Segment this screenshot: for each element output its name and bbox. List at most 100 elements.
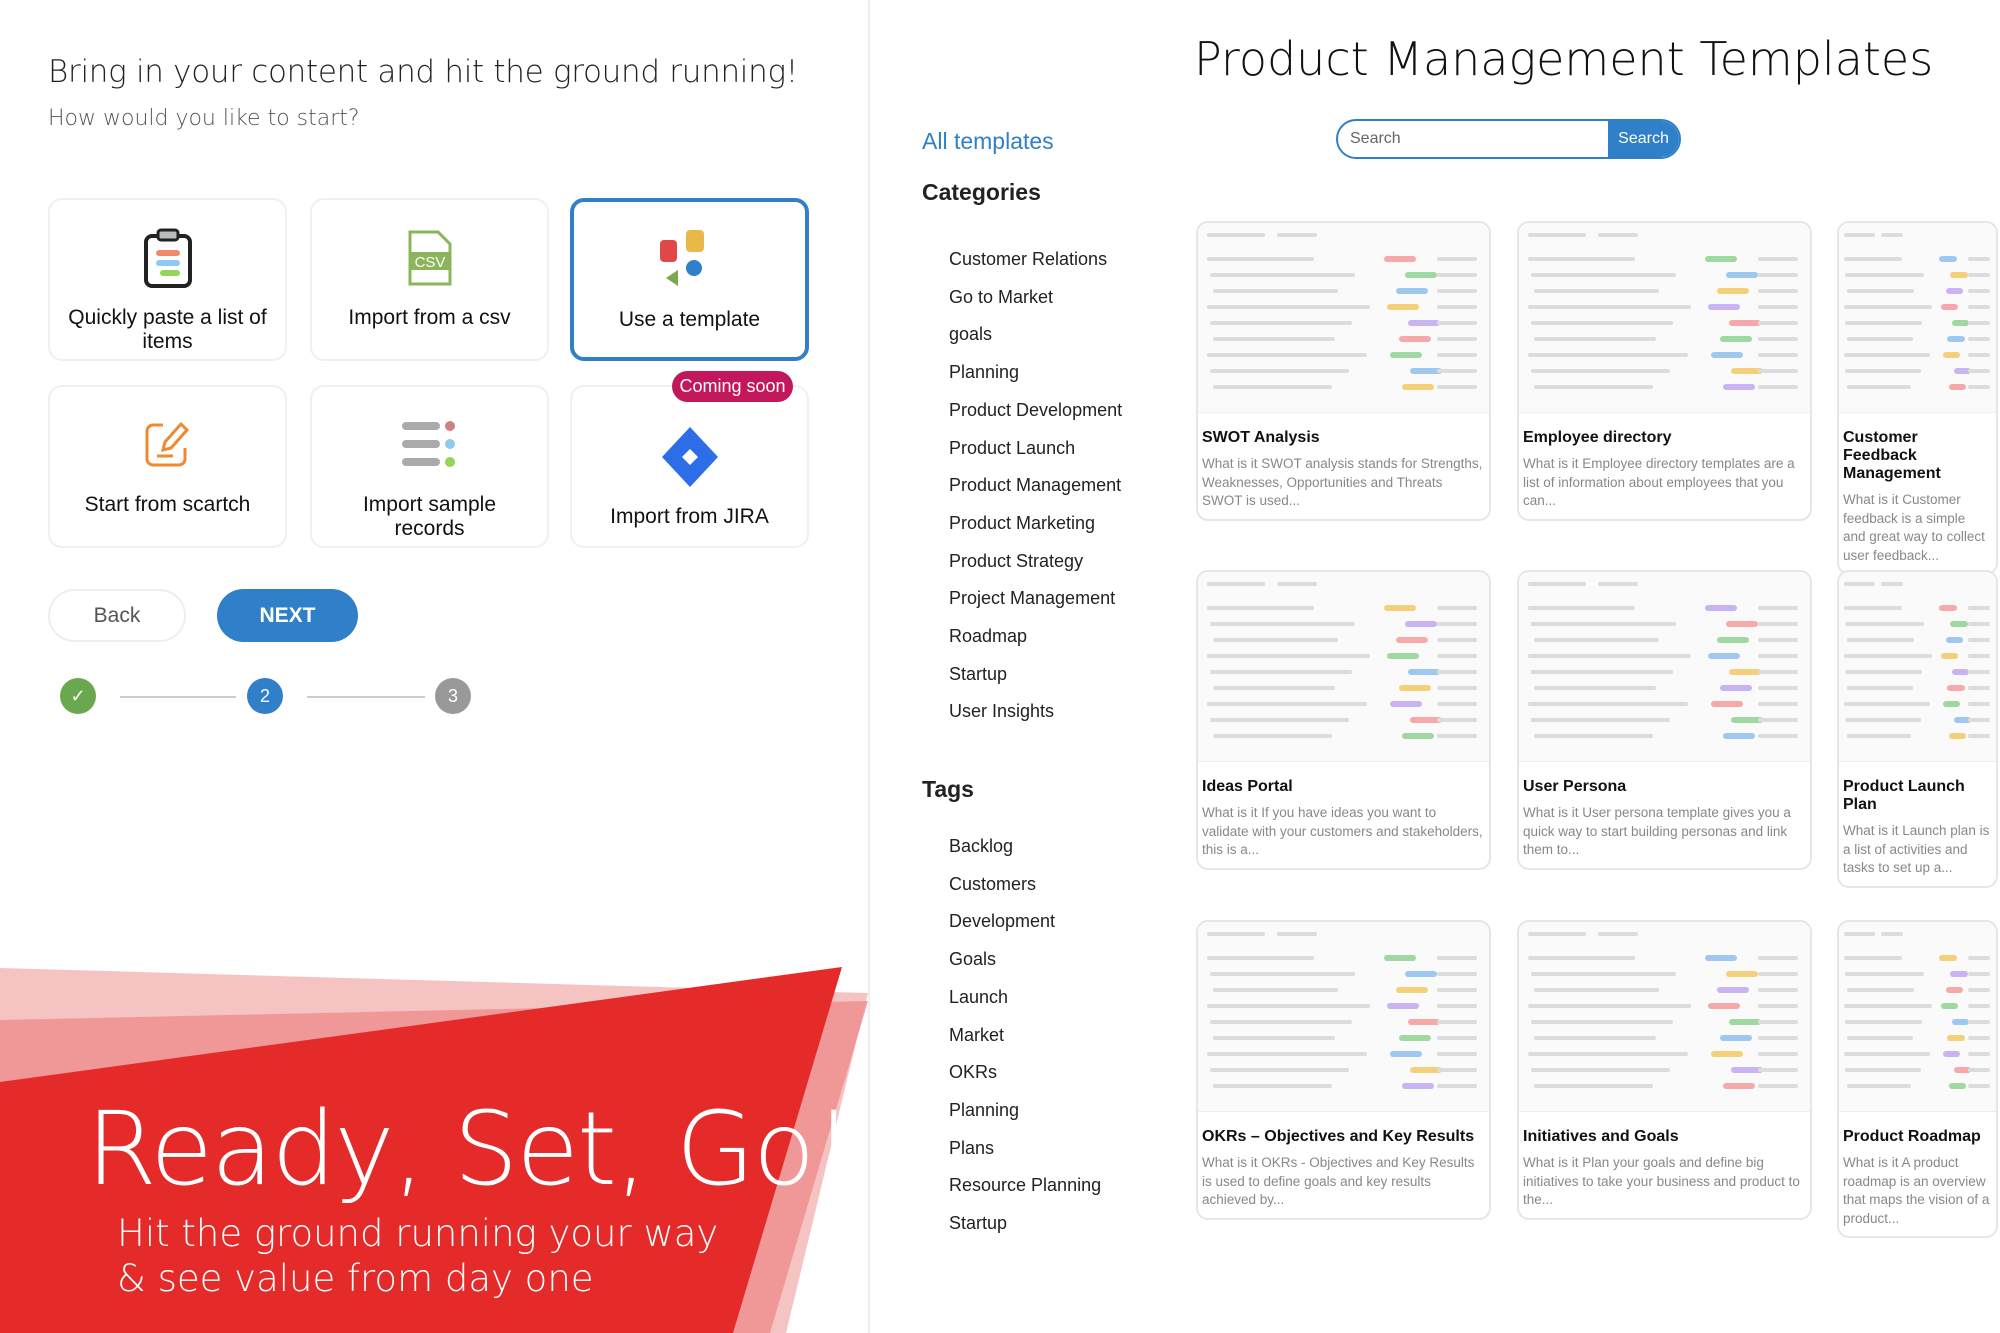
tags-heading: Tags	[922, 776, 974, 802]
svg-text:CSV: CSV	[414, 254, 445, 271]
jira-icon	[660, 421, 720, 493]
template-preview	[1198, 572, 1489, 762]
divider	[868, 0, 870, 1333]
template-description: What is it User persona template gives y…	[1523, 805, 1791, 857]
tag-item[interactable]: Plans	[949, 1138, 994, 1159]
heading: Bring in your content and hit the ground…	[48, 54, 798, 90]
all-templates-link[interactable]: All templates	[922, 128, 1054, 155]
category-item[interactable]: Startup	[949, 664, 1007, 685]
option-label: Quickly paste a list of items	[68, 306, 267, 353]
option-label: Import from JIRA	[610, 505, 769, 528]
tag-item[interactable]: Startup	[949, 1213, 1007, 1234]
template-description: What is it SWOT analysis stands for Stre…	[1202, 456, 1483, 508]
edit-pencil-icon	[143, 409, 193, 481]
template-description: What is it Launch plan is a list of acti…	[1843, 823, 1990, 875]
category-item[interactable]: Go to Market	[949, 287, 1053, 308]
template-card[interactable]: Customer Feedback Management What is it C…	[1837, 221, 1998, 575]
page-title: Product Management Templates	[1194, 32, 1934, 86]
template-preview	[1519, 223, 1810, 413]
tag-item[interactable]: OKRs	[949, 1062, 997, 1083]
next-button[interactable]: NEXT	[217, 589, 358, 642]
option-label: Import from a csv	[348, 306, 511, 329]
category-item[interactable]: Product Launch	[949, 438, 1075, 459]
template-preview	[1519, 572, 1810, 762]
category-item[interactable]: Product Management	[949, 475, 1121, 496]
template-card[interactable]: User Persona What is it User persona temp…	[1517, 570, 1812, 870]
template-description: What is it Employee directory templates …	[1523, 456, 1795, 508]
template-card[interactable]: Employee directory What is it Employee di…	[1517, 221, 1812, 521]
template-title: Product Roadmap	[1843, 1128, 1981, 1145]
template-card[interactable]: OKRs – Objectives and Key Results What is…	[1196, 920, 1491, 1220]
template-preview	[1198, 922, 1489, 1112]
clipboard-list-icon	[143, 222, 193, 294]
template-card[interactable]: SWOT Analysis What is it SWOT analysis st…	[1196, 221, 1491, 521]
template-card[interactable]: Ideas Portal What is it If you have ideas…	[1196, 570, 1491, 870]
tag-item[interactable]: Backlog	[949, 836, 1013, 857]
tag-item[interactable]: Development	[949, 911, 1055, 932]
onboarding-panel: Bring in your content and hit the ground…	[0, 0, 868, 1333]
option-card[interactable]: Quickly paste a list of items	[48, 198, 287, 361]
template-preview	[1839, 922, 1996, 1112]
tag-item[interactable]: Resource Planning	[949, 1175, 1101, 1196]
template-title: SWOT Analysis	[1202, 429, 1320, 446]
subheading: How would you like to start?	[48, 106, 360, 131]
template-description: What is it OKRs - Objectives and Key Res…	[1202, 1155, 1475, 1207]
template-title: Employee directory	[1523, 429, 1672, 446]
category-item[interactable]: Project Management	[949, 588, 1115, 609]
banner-line-2: & see value from day one	[117, 1257, 594, 1300]
sample-records-icon	[401, 409, 458, 481]
tag-item[interactable]: Customers	[949, 874, 1036, 895]
category-item[interactable]: goals	[949, 324, 992, 345]
template-preview	[1839, 223, 1996, 413]
back-button[interactable]: Back	[48, 589, 186, 642]
search-button[interactable]: Search	[1608, 121, 1679, 157]
category-item[interactable]: User Insights	[949, 701, 1054, 722]
banner-line-1: Hit the ground running your way	[117, 1212, 719, 1255]
template-description: What is it Customer feedback is a simple…	[1843, 492, 1985, 563]
category-item[interactable]: Product Development	[949, 400, 1122, 421]
option-label: Start from scartch	[84, 493, 251, 516]
option-card[interactable]: CSV Import from a csv	[310, 198, 549, 361]
template-card[interactable]: Product Launch Plan What is it Launch pla…	[1837, 570, 1998, 888]
step-connector	[120, 696, 236, 698]
tag-item[interactable]: Market	[949, 1025, 1004, 1046]
step-1-done: ✓	[60, 678, 96, 714]
template-card[interactable]: Product Roadmap What is it A product road…	[1837, 920, 1998, 1238]
template-title: OKRs – Objectives and Key Results	[1202, 1128, 1475, 1145]
option-card[interactable]: Start from scartch	[48, 385, 287, 548]
option-card[interactable]: Import from JIRA	[570, 385, 809, 548]
step-connector	[307, 696, 425, 698]
option-card[interactable]: Use a template	[570, 198, 809, 361]
category-item[interactable]: Customer Relations	[949, 249, 1107, 270]
template-description: What is it Plan your goals and define bi…	[1523, 1155, 1800, 1207]
option-label: Import sample records	[362, 493, 497, 540]
template-preview	[1519, 922, 1810, 1112]
template-title: Product Launch Plan	[1843, 778, 1965, 813]
template-title: Ideas Portal	[1202, 778, 1293, 795]
tag-item[interactable]: Launch	[949, 987, 1008, 1008]
template-title: User Persona	[1523, 778, 1627, 795]
category-item[interactable]: Product Marketing	[949, 513, 1095, 534]
search-bar: Search	[1336, 119, 1681, 159]
category-item[interactable]: Roadmap	[949, 626, 1027, 647]
category-item[interactable]: Planning	[949, 362, 1019, 383]
template-preview	[1198, 223, 1489, 413]
banner-title: Ready, Set, Go!	[86, 1090, 854, 1209]
step-2-current: 2	[247, 678, 283, 714]
csv-file-icon: CSV	[408, 222, 452, 294]
step-3: 3	[435, 678, 471, 714]
template-title: Initiatives and Goals	[1523, 1128, 1679, 1145]
template-description: What is it If you have ideas you want to…	[1202, 805, 1483, 857]
tag-item[interactable]: Goals	[949, 949, 996, 970]
template-description: What is it A product roadmap is an overv…	[1843, 1155, 1990, 1226]
search-input[interactable]	[1338, 121, 1608, 157]
template-card[interactable]: Initiatives and Goals What is it Plan you…	[1517, 920, 1812, 1220]
tag-item[interactable]: Planning	[949, 1100, 1019, 1121]
categories-heading: Categories	[922, 179, 1041, 205]
category-item[interactable]: Product Strategy	[949, 551, 1083, 572]
template-shapes-icon	[659, 224, 720, 296]
template-preview	[1839, 572, 1996, 762]
option-label: Use a template	[618, 308, 761, 331]
option-card[interactable]: Import sample records	[310, 385, 549, 548]
template-title: Customer Feedback Management	[1843, 429, 1941, 482]
